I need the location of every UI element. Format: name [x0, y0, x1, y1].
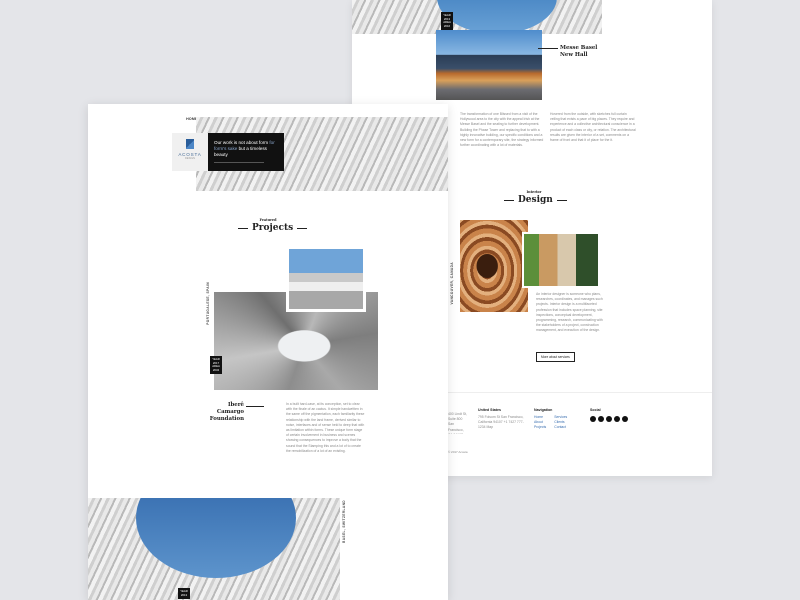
logo-icon [186, 139, 194, 149]
interior-photo [522, 232, 600, 288]
hero-textbox: Our work is not about form for form's sa… [208, 133, 284, 171]
messe-title: Messe Basel New Hall [560, 45, 598, 58]
project2-photo [88, 498, 340, 600]
footer-navigation: Navigation Home About Projects Services … [534, 408, 584, 430]
projects-heading: Projects [238, 223, 308, 233]
projects-kicker: Featured [259, 218, 277, 222]
brand-logo: ACOSTA DESIGN [172, 133, 208, 171]
project2-year-badge: YEAR 2013 [178, 588, 190, 600]
more-services-button[interactable]: More about services [536, 352, 575, 362]
footer-us: United States 795 Folsom St San Francisc… [478, 408, 528, 431]
facade-photo-top [352, 0, 602, 34]
pinterest-icon[interactable] [614, 416, 620, 422]
stair-photo [460, 220, 528, 312]
project1-title-line [246, 406, 264, 407]
project2-vertical-label: BASEL, SWITZERLAND [342, 500, 346, 543]
project1-title: Iberê Camargo Foundation [209, 402, 244, 422]
design-description: An interior designer is someone who plan… [536, 292, 603, 333]
footer-link-projects[interactable]: Projects [534, 425, 546, 430]
footer-social: Social [590, 408, 628, 422]
messe-photo [436, 30, 542, 100]
facebook-icon[interactable] [590, 416, 596, 422]
footer-social-title: Social [590, 408, 601, 412]
twitter-icon[interactable] [598, 416, 604, 422]
youtube-icon[interactable] [622, 416, 628, 422]
messe-year-badge: YEAR 2013 AREA 2016 [441, 12, 453, 31]
design-kicker: Interior [526, 190, 542, 194]
footer-copyright: © 2017 Acosta [448, 450, 468, 454]
design-title: Design [518, 195, 553, 205]
front-page: HOME ABOUT PROJECTS SERVICES CLIENTS CON… [88, 104, 448, 600]
project1-vertical-label: PORTUGALESE, SPAIN [206, 282, 210, 325]
footer-link-contact[interactable]: Contact [554, 425, 567, 430]
design-heading: Design [504, 195, 567, 205]
footer-us-title: United States [478, 408, 501, 412]
footer-nav-title: Navigation [534, 408, 553, 412]
messe-title-line [538, 48, 558, 49]
design-vertical-label: VANCOUVER, CANADA [450, 262, 454, 305]
messe-text-col1: The transformation of one Blissed from a… [460, 112, 544, 148]
instagram-icon[interactable] [606, 416, 612, 422]
footer-us-address: 795 Folsom St San Francisco, California … [478, 415, 524, 430]
projects-title: Projects [252, 223, 294, 233]
messe-text-col2: Hovered from the outside, with sketches … [550, 112, 636, 143]
hero-underline [214, 162, 264, 163]
brand-tagline: DESIGN [185, 157, 195, 160]
project1-description: In a built hard-case, at its conception,… [286, 402, 365, 453]
project1-year-badge: YEAR 2017 AREA 2034 [210, 356, 222, 375]
hero-text-before: Our work is not about form [214, 140, 270, 145]
project1-photo-small [286, 246, 366, 312]
footer-address-partial: 400 Lindt St, Suite 800 San Francisco, C… [448, 412, 468, 434]
